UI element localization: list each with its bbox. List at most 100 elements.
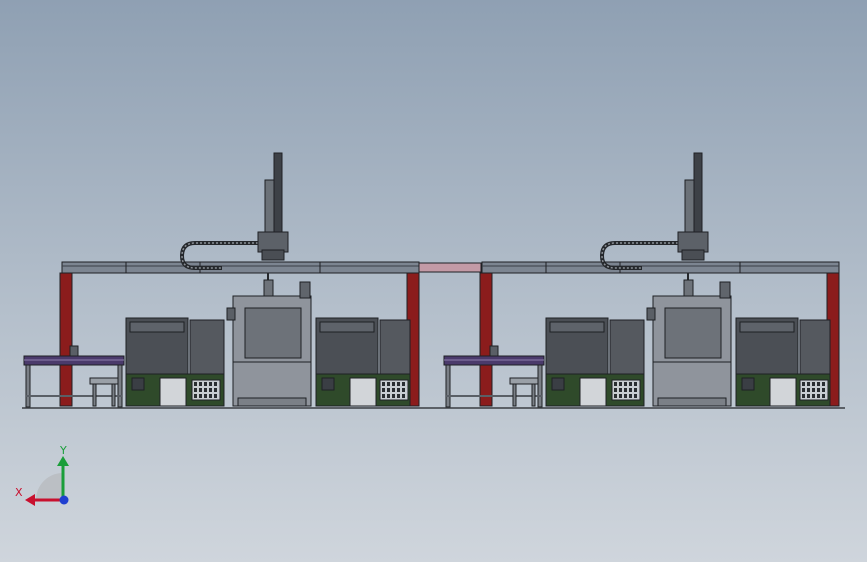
- machine-b-door: [769, 377, 797, 407]
- center-enclosure-base: [237, 397, 307, 407]
- machine-b-side-cabinet: [379, 319, 411, 375]
- machine-b-vent-slot: [802, 382, 805, 386]
- machine-a-vent-slot: [204, 382, 207, 386]
- machine-a-vent-slot: [614, 388, 617, 392]
- machine-a-vent-slot: [214, 382, 217, 386]
- machine-a-side-cabinet: [609, 319, 645, 375]
- machine-a-side-cabinet: [189, 319, 225, 375]
- machine-a-control-box: [131, 377, 145, 391]
- center-enclosure-base: [657, 397, 727, 407]
- robot-gripper: [263, 279, 274, 297]
- machine-b-vent-slot: [802, 388, 805, 392]
- machine-b-vent-slot: [817, 394, 820, 398]
- gantry-post: [59, 272, 73, 407]
- machine-b-control-box: [321, 377, 335, 391]
- x-axis-label: X: [15, 486, 23, 499]
- machine-a-vent-slot: [204, 394, 207, 398]
- gantry-beam: [481, 261, 840, 274]
- machine-a-vent-slot: [199, 382, 202, 386]
- machine-b-vent-slot: [807, 382, 810, 386]
- conveyor-leg: [537, 364, 543, 408]
- machine-a-vent-slot: [619, 388, 622, 392]
- machine-b-door: [349, 377, 377, 407]
- conveyor-stand-leg: [512, 383, 517, 407]
- machine-a-vent-slot: [209, 394, 212, 398]
- machine-a-vent-slot: [624, 394, 627, 398]
- production-line: [23, 152, 840, 408]
- assembly-drawing[interactable]: Y X: [0, 0, 867, 562]
- machine-b-vent-slot: [812, 394, 815, 398]
- triad-plane-shading: [36, 473, 63, 500]
- gantry-beam-joint: [418, 262, 482, 273]
- machine-a-vent-slot: [614, 394, 617, 398]
- machine-b-vent-slot: [387, 394, 390, 398]
- robot-carriage: [257, 231, 289, 253]
- robot-gripper: [683, 279, 694, 297]
- center-enclosure-window: [664, 307, 722, 359]
- machine-b-vent-slot: [817, 388, 820, 392]
- machine-b-vent-slot: [392, 388, 395, 392]
- machine-a-vent-slot: [209, 382, 212, 386]
- machine-a-vent-slot: [214, 388, 217, 392]
- machine-b-vent-slot: [807, 394, 810, 398]
- machine-b-vent-slot: [382, 394, 385, 398]
- z-axis-dot: [59, 495, 69, 505]
- y-axis-arrowhead: [57, 456, 69, 466]
- machine-a-vent-slot: [634, 394, 637, 398]
- machine-b-vent-slot: [397, 388, 400, 392]
- conveyor-stand-top: [89, 377, 119, 385]
- machine-a-top-panel: [129, 321, 185, 333]
- coordinate-triad: Y X: [15, 444, 69, 506]
- machine-a-vent-slot: [214, 394, 217, 398]
- conveyor-leg: [445, 364, 451, 408]
- center-enclosure-bracket: [646, 307, 656, 321]
- machine-b-vent-slot: [802, 394, 805, 398]
- cell-right: [443, 152, 840, 408]
- machine-a-vent-slot: [619, 394, 622, 398]
- center-enclosure-bracket: [226, 307, 236, 321]
- robot-carriage: [677, 231, 709, 253]
- machine-a-vent-slot: [624, 382, 627, 386]
- conveyor-stand-leg: [92, 383, 97, 407]
- machine-a-vent-slot: [199, 394, 202, 398]
- machine-a-vent-slot: [629, 388, 632, 392]
- machine-a-vent-slot: [634, 388, 637, 392]
- machine-a-door: [579, 377, 607, 407]
- x-axis-arrowhead: [25, 494, 35, 506]
- machine-a-door: [159, 377, 187, 407]
- machine-b-vent-slot: [812, 388, 815, 392]
- machine-b-vent-slot: [812, 382, 815, 386]
- machine-a-vent-slot: [199, 388, 202, 392]
- machine-a-vent-slot: [619, 382, 622, 386]
- cad-viewport[interactable]: Y X: [0, 0, 867, 562]
- machine-b-vent-slot: [382, 382, 385, 386]
- center-top-sensor: [719, 281, 731, 299]
- machine-a-vent-slot: [194, 388, 197, 392]
- machine-a-control-box: [551, 377, 565, 391]
- machine-b-vent-slot: [387, 388, 390, 392]
- conveyor-stand-top: [509, 377, 539, 385]
- cell-left: [23, 152, 420, 408]
- machine-b-vent-slot: [402, 388, 405, 392]
- machine-b-vent-slot: [822, 388, 825, 392]
- machine-a-vent-slot: [204, 388, 207, 392]
- robot-carriage-motor: [261, 249, 285, 261]
- conveyor-sensor: [69, 345, 79, 357]
- gantry-beam: [61, 261, 420, 274]
- machine-a-vent-slot: [614, 382, 617, 386]
- machine-b-vent-slot: [392, 382, 395, 386]
- machine-a-vent-slot: [624, 388, 627, 392]
- machine-a-vent-slot: [634, 382, 637, 386]
- machine-b-top-panel: [739, 321, 795, 333]
- center-top-sensor: [299, 281, 311, 299]
- machine-a-top-panel: [549, 321, 605, 333]
- center-enclosure-window: [244, 307, 302, 359]
- machine-b-top-panel: [319, 321, 375, 333]
- machine-b-vent-slot: [397, 382, 400, 386]
- machine-b-vent-slot: [397, 394, 400, 398]
- conveyor-leg: [117, 364, 123, 408]
- machine-b-vent-slot: [817, 382, 820, 386]
- machine-b-vent-slot: [392, 394, 395, 398]
- machine-b-vent-slot: [822, 394, 825, 398]
- machine-a-vent-slot: [629, 382, 632, 386]
